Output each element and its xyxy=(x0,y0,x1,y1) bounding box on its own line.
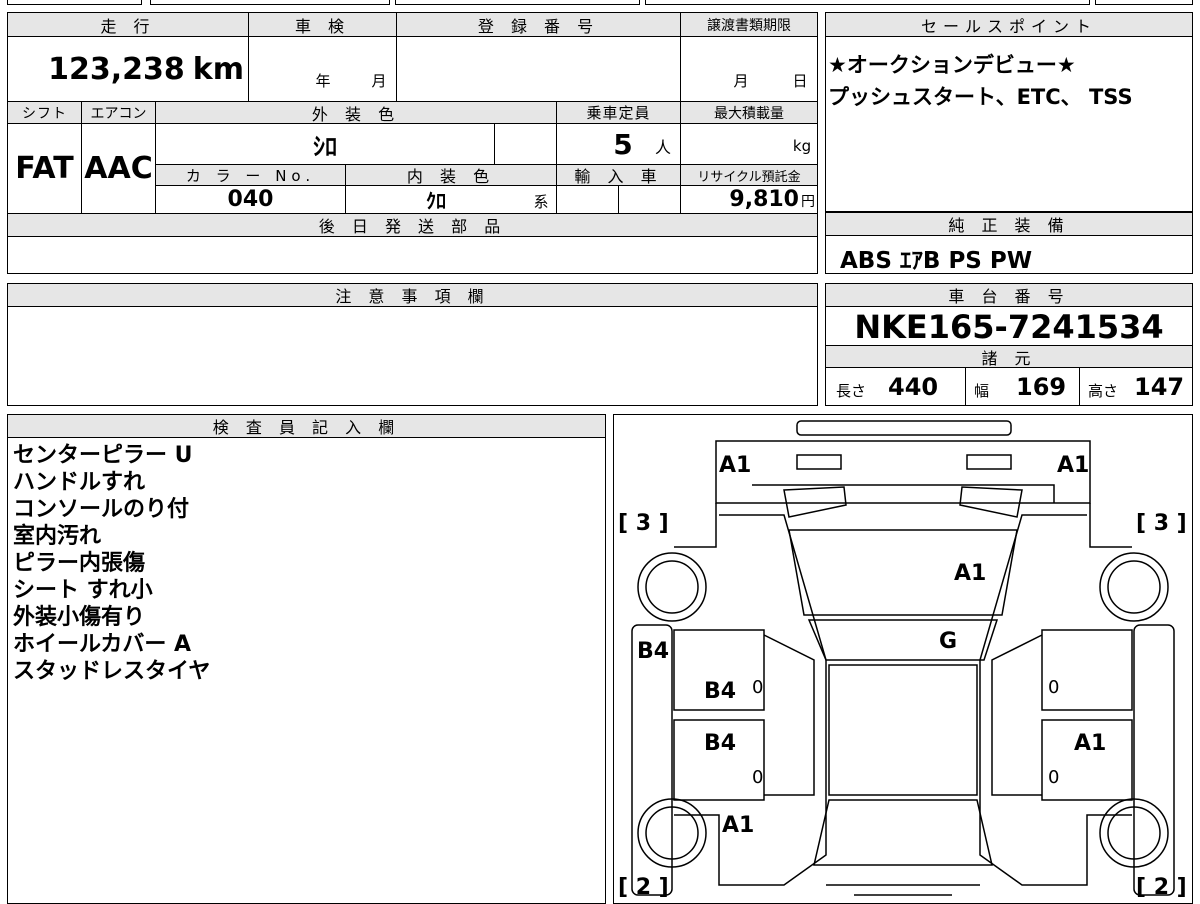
door-mark-lf: 0 xyxy=(752,677,764,698)
aircon-value: AAC xyxy=(84,151,153,186)
inspector-note: シート すれ小 xyxy=(13,578,153,603)
registration-header: 登 録 番 号 xyxy=(396,13,680,37)
genuine-equipment-box: 純 正 装 備 ABS ｴｱB PS PW xyxy=(825,212,1193,274)
genuine-equipment-header: 純 正 装 備 xyxy=(826,213,1192,236)
transfer-deadline-header: 譲渡書類期限 xyxy=(680,13,817,37)
height-value: 147 xyxy=(1134,373,1185,401)
damage-left-rear-door: B4 xyxy=(704,731,737,756)
chassis-number: NKE165-7241534 xyxy=(854,308,1164,346)
car-body-diagram xyxy=(631,420,1175,896)
notes-header: 注 意 事 項 欄 xyxy=(8,284,817,307)
sales-points-header: セールスポイント xyxy=(826,13,1192,37)
later-parts-header: 後 日 発 送 部 品 xyxy=(8,214,817,237)
deadline-day: 日 xyxy=(792,71,808,90)
vehicle-info-table: 走 行 車 検 登 録 番 号 譲渡書類期限 123,238 km 年 月 月 … xyxy=(7,12,818,274)
notes-box: 注 意 事 項 欄 xyxy=(7,283,818,406)
damage-front-left: A1 xyxy=(719,453,752,478)
max-load-unit: kg xyxy=(792,137,812,155)
inspection-header: 車 検 xyxy=(248,13,396,37)
import-header: 輸 入 車 xyxy=(557,165,680,186)
inspector-box: 検 査 員 記 入 欄 センターピラー U ハンドルすれ コンソールのり付 室内… xyxy=(7,414,606,904)
inspector-note: センターピラー U xyxy=(13,443,193,468)
damage-left-rear: A1 xyxy=(722,813,755,838)
tire-rear-left: [ 2 ] xyxy=(618,875,669,900)
sales-point-line-2: プッシュスタート、ETC、 TSS xyxy=(828,85,1133,109)
aircon-header: エアコン xyxy=(81,102,155,124)
capacity-header: 乗車定員 xyxy=(556,102,680,124)
inspector-note: ホイールカバー A xyxy=(13,632,192,657)
shift-header: シフト xyxy=(8,102,81,124)
capacity-value: 5 xyxy=(613,127,633,161)
exterior-color-header: 外 装 色 xyxy=(155,102,556,124)
sales-points-box: セールスポイント ★オークションデビュー★ プッシュスタート、ETC、 TSS xyxy=(825,12,1193,212)
length-label: 長さ xyxy=(836,382,867,400)
damage-left-fender: B4 xyxy=(637,639,670,664)
exterior-color-value: ｼﾛ xyxy=(313,132,337,161)
tire-front-left: [ 3 ] xyxy=(618,511,669,536)
car-diagram-box: A1 A1 [ 3 ] [ 3 ] A1 G B4 B4 0 0 B4 A1 0… xyxy=(613,414,1193,904)
inspector-note: 外装小傷有り xyxy=(13,605,146,630)
mileage-unit: km xyxy=(192,51,244,87)
door-mark-rf: 0 xyxy=(1048,677,1060,698)
mileage-header: 走 行 xyxy=(8,13,248,37)
door-mark-lr: 0 xyxy=(752,767,764,788)
top-strip xyxy=(0,0,1200,6)
genuine-equipment-value: ABS ｴｱB PS PW xyxy=(840,248,1033,274)
sales-point-line-1: ★オークションデビュー★ xyxy=(828,53,1076,77)
inspector-note: コンソールのり付 xyxy=(13,497,190,522)
damage-right-rear-door: A1 xyxy=(1074,731,1107,756)
deadline-month: 月 xyxy=(733,71,749,90)
color-no-value: 040 xyxy=(227,187,274,212)
recycle-value: 9,810 xyxy=(729,187,799,212)
max-load-header: 最大積載量 xyxy=(680,102,817,124)
tire-front-right: [ 3 ] xyxy=(1136,511,1187,536)
recycle-unit: 円 xyxy=(801,194,815,210)
damage-left-front-door: B4 xyxy=(704,679,737,704)
inspector-note: ハンドルすれ xyxy=(13,470,146,495)
height-label: 高さ xyxy=(1088,382,1119,400)
damage-front-right: A1 xyxy=(1057,453,1090,478)
interior-color-header: 内 装 色 xyxy=(345,165,556,186)
recycle-fee-header: リサイクル預託金 xyxy=(681,165,817,186)
color-no-header: カ ラ ー No. xyxy=(156,165,345,186)
inspector-header: 検 査 員 記 入 欄 xyxy=(8,415,605,438)
door-mark-rr: 0 xyxy=(1048,767,1060,788)
width-label: 幅 xyxy=(974,382,990,400)
specs-header: 諸 元 xyxy=(826,346,1192,368)
interior-color-value: ｸﾛ xyxy=(426,189,446,213)
tire-rear-right: [ 2 ] xyxy=(1136,875,1187,900)
interior-color-suffix: 系 xyxy=(533,192,549,211)
chassis-header: 車 台 番 号 xyxy=(826,284,1192,307)
length-value: 440 xyxy=(888,373,939,401)
shift-value: FAT xyxy=(15,151,74,186)
inspector-note: ピラー内張傷 xyxy=(13,551,146,576)
mileage-number: 123,238 xyxy=(48,51,185,87)
damage-hood: A1 xyxy=(954,561,987,586)
inspector-note: 室内汚れ xyxy=(13,524,102,549)
mileage-value: 123,238 km xyxy=(8,37,248,101)
damage-windshield: G xyxy=(939,629,958,654)
inspector-notes-list: センターピラー U ハンドルすれ コンソールのり付 室内汚れ ピラー内張傷 シー… xyxy=(13,442,210,685)
inspector-note: スタッドレスタイヤ xyxy=(13,659,211,684)
chassis-box: 車 台 番 号 NKE165-7241534 諸 元 長さ 440 幅 169 … xyxy=(825,283,1193,406)
width-value: 169 xyxy=(1016,373,1067,401)
capacity-unit: 人 xyxy=(654,138,671,157)
inspection-month: 月 xyxy=(371,71,387,90)
inspection-year: 年 xyxy=(315,71,331,90)
